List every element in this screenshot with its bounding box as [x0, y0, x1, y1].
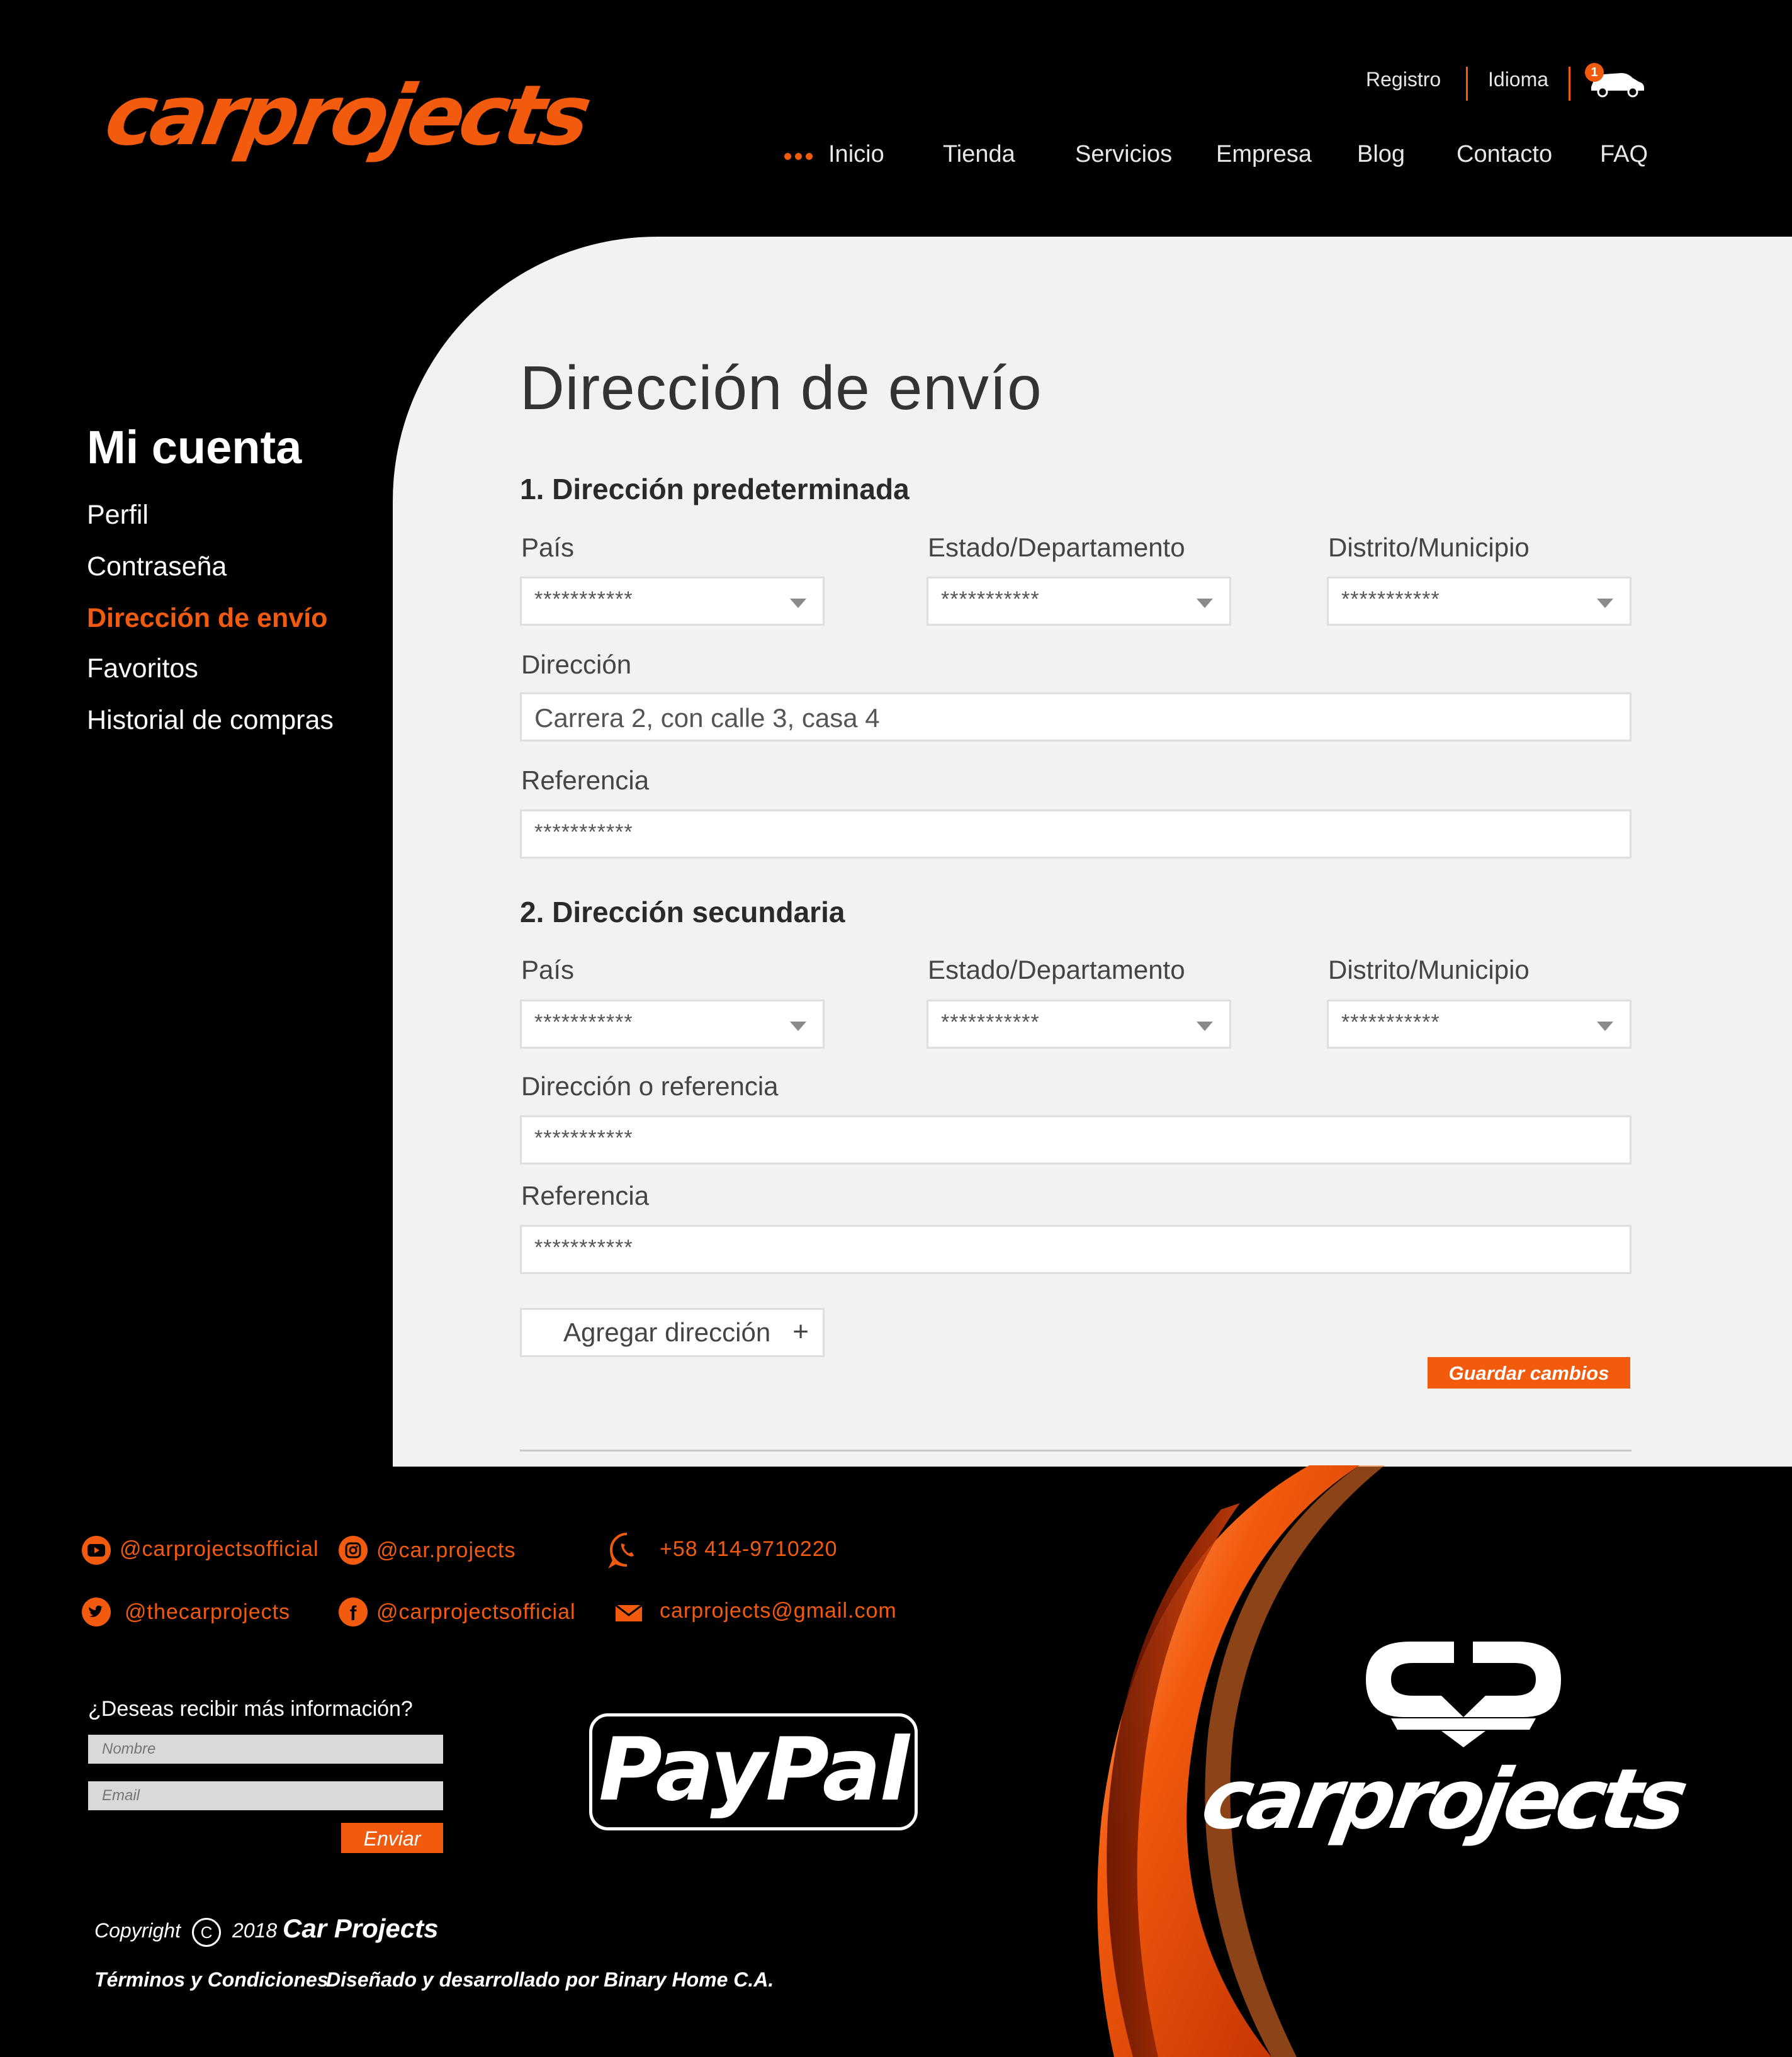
country-select[interactable]: *********** [520, 577, 825, 626]
country-label: País [521, 533, 575, 562]
add-address-button[interactable]: Agregar dirección + [520, 1308, 825, 1357]
state-select-value: *********** [941, 587, 1040, 611]
chevron-down-icon [1197, 1022, 1213, 1031]
twitter-icon[interactable] [82, 1598, 111, 1626]
language-link[interactable]: Idioma [1488, 68, 1548, 91]
facebook-handle[interactable]: @carprojectsofficial [376, 1600, 576, 1625]
instagram-handle[interactable]: @car.projects [376, 1538, 516, 1563]
newsletter-name-input[interactable] [88, 1735, 443, 1764]
add-address-label: Agregar dirección [563, 1317, 771, 1347]
secondary-reference-input[interactable]: *********** [520, 1225, 1631, 1274]
topbar-divider [1466, 67, 1468, 101]
nav-tienda[interactable]: Tienda [943, 141, 1015, 168]
nav-empresa[interactable]: Empresa [1216, 141, 1312, 168]
email-address[interactable]: carprojects@gmail.com [660, 1599, 897, 1623]
panel-divider [520, 1450, 1631, 1451]
chevron-down-icon [790, 1022, 806, 1031]
address-input-value: Carrera 2, con calle 3, casa 4 [534, 703, 880, 733]
state-label: Estado/Departamento [928, 955, 1185, 984]
youtube-handle[interactable]: @carprojectsofficial [120, 1537, 319, 1562]
sidebar-item-contrasena[interactable]: Contraseña [87, 551, 227, 582]
copyright-year: 2018 [232, 1919, 278, 1942]
nav-blog[interactable]: Blog [1357, 141, 1405, 168]
address-input[interactable]: Carrera 2, con calle 3, casa 4 [520, 692, 1631, 741]
secondary-country-select[interactable]: *********** [520, 1000, 825, 1049]
paypal-logo: PayPal [589, 1713, 918, 1830]
chevron-down-icon [1597, 1022, 1613, 1031]
reference-input-value: *********** [534, 820, 633, 844]
secondary-district-select-value: *********** [1341, 1010, 1440, 1034]
reference-label: Referencia [521, 765, 650, 795]
whatsapp-number[interactable]: +58 414-9710220 [660, 1537, 838, 1562]
secondary-reference-input-value: *********** [534, 1236, 633, 1260]
footer-brand-logo: carprojects [1195, 1751, 1691, 1848]
address-reference-label: Dirección o referencia [521, 1071, 779, 1101]
secondary-address-input-value: *********** [534, 1126, 633, 1150]
secondary-address-input[interactable]: *********** [520, 1115, 1631, 1164]
copyright-label: Copyright [94, 1919, 181, 1942]
secondary-country-select-value: *********** [534, 1010, 633, 1034]
nav-inicio[interactable]: Inicio [828, 141, 884, 168]
instagram-icon[interactable] [339, 1536, 368, 1565]
facebook-icon[interactable]: f [339, 1598, 368, 1626]
terms-link[interactable]: Términos y Condiciones [94, 1968, 329, 1992]
nav-servicios[interactable]: Servicios [1075, 141, 1172, 168]
register-link[interactable]: Registro [1366, 68, 1441, 91]
copyright-icon: C [191, 1917, 221, 1947]
page-title: Dirección de envío [520, 353, 1042, 422]
save-changes-button[interactable]: Guardar cambios [1428, 1357, 1630, 1389]
whatsapp-icon[interactable] [608, 1531, 646, 1572]
nav-contacto[interactable]: Contacto [1457, 141, 1552, 168]
credits-text: Diseñado y desarrollado por Binary Home … [326, 1968, 774, 1991]
cart-button[interactable]: 1 [1585, 63, 1648, 101]
active-nav-dots-icon [784, 152, 816, 163]
copyright: Copyright C 2018 Car Projects [94, 1913, 438, 1947]
sidebar-item-perfil[interactable]: Perfil [87, 500, 149, 531]
topbar-divider [1569, 67, 1570, 101]
newsletter-email-input[interactable] [88, 1781, 443, 1810]
section-secondary-heading: 2. Dirección secundaria [520, 896, 845, 928]
cart-count-badge: 1 [1585, 63, 1604, 82]
secondary-district-select[interactable]: *********** [1327, 1000, 1631, 1049]
country-select-value: *********** [534, 587, 633, 611]
section-primary-heading: 1. Dirección predeterminada [520, 473, 910, 505]
copyright-brand: Car Projects [283, 1913, 439, 1943]
plus-icon: + [792, 1316, 809, 1347]
youtube-icon[interactable] [82, 1536, 111, 1565]
chevron-down-icon [1597, 599, 1613, 608]
newsletter-question: ¿Deseas recibir más información? [88, 1697, 413, 1721]
nav-faq[interactable]: FAQ [1600, 141, 1648, 168]
address-label: Dirección [521, 650, 632, 679]
sidebar-title: Mi cuenta [87, 421, 302, 473]
brand-logo[interactable]: carprojects [98, 67, 594, 164]
reference-label: Referencia [521, 1181, 650, 1210]
district-label: Distrito/Municipio [1328, 533, 1530, 562]
secondary-state-select[interactable]: *********** [927, 1000, 1231, 1049]
district-select-value: *********** [1341, 587, 1440, 611]
district-label: Distrito/Municipio [1328, 955, 1530, 984]
cp-emblem-icon [1366, 1642, 1561, 1747]
email-icon[interactable] [614, 1604, 643, 1626]
sidebar-item-direccion-envio[interactable]: Dirección de envío [87, 603, 327, 634]
secondary-state-select-value: *********** [941, 1010, 1040, 1034]
reference-input[interactable]: *********** [520, 809, 1631, 859]
sidebar-item-favoritos[interactable]: Favoritos [87, 653, 198, 684]
chevron-down-icon [790, 599, 806, 608]
twitter-handle[interactable]: @thecarprojects [125, 1600, 290, 1625]
chevron-down-icon [1197, 599, 1213, 608]
state-select[interactable]: *********** [927, 577, 1231, 626]
newsletter-send-button[interactable]: Enviar [341, 1823, 443, 1853]
sidebar-item-historial[interactable]: Historial de compras [87, 705, 334, 736]
country-label: País [521, 955, 575, 984]
state-label: Estado/Departamento [928, 533, 1185, 562]
district-select[interactable]: *********** [1327, 577, 1631, 626]
